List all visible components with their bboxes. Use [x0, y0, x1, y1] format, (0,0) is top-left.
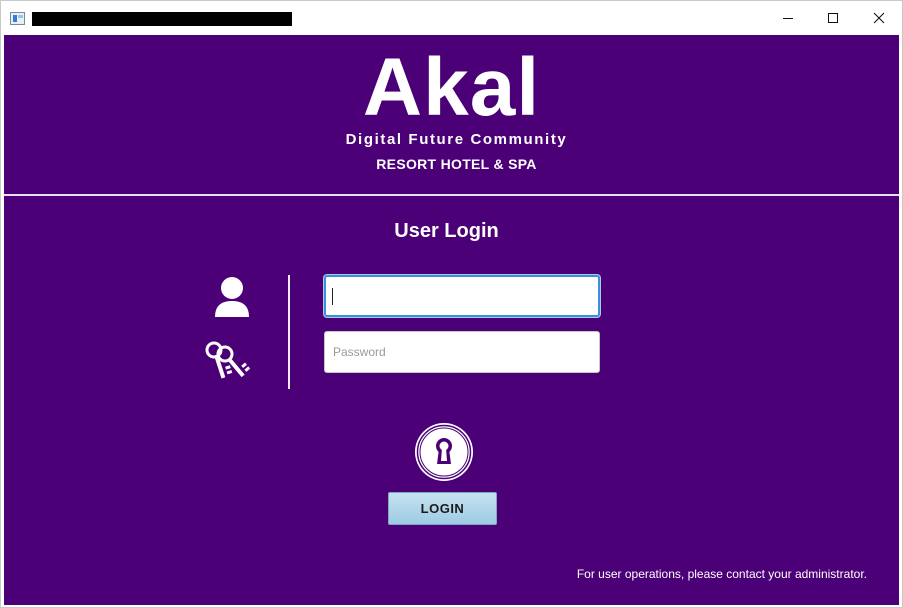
brand-tagline: Digital Future Community	[345, 131, 568, 148]
minimize-button[interactable]	[765, 1, 811, 34]
title-bar[interactable]	[1, 1, 902, 34]
close-button[interactable]	[856, 1, 902, 34]
password-field[interactable]	[324, 331, 600, 373]
minimize-icon	[783, 17, 793, 19]
footer-note: For user operations, please contact your…	[576, 567, 867, 581]
brand-logo: Akal	[362, 42, 541, 133]
login-button[interactable]: LOGIN	[388, 492, 497, 525]
close-icon	[873, 12, 885, 23]
app-icon	[10, 12, 25, 25]
login-panel: Akal Digital Future Community RESORT HOT…	[4, 35, 899, 605]
field-separator	[288, 275, 290, 389]
keyhole-icon[interactable]	[414, 422, 474, 482]
user-icon	[215, 277, 249, 317]
app-window: Akal Digital Future Community RESORT HOT…	[0, 0, 903, 608]
maximize-icon	[828, 12, 838, 23]
brand-subtitle: RESORT HOTEL & SPA	[376, 156, 537, 172]
keys-icon	[205, 341, 251, 379]
window-title-redacted	[32, 12, 292, 26]
brand-header: Akal Digital Future Community RESORT HOT…	[4, 35, 899, 194]
text-caret	[332, 288, 333, 305]
page-title: User Login	[394, 220, 499, 242]
header-divider	[4, 194, 899, 196]
maximize-button[interactable]	[810, 1, 856, 34]
username-field[interactable]	[324, 275, 600, 317]
